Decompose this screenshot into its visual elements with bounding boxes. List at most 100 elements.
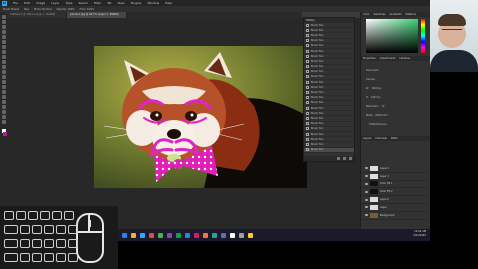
option-label[interactable]: Brush Preset: [3, 8, 19, 11]
menu-item[interactable]: Window: [147, 1, 159, 5]
taskbar-app-icon[interactable]: [185, 232, 190, 238]
color-panel-tab[interactable]: Gradients: [389, 12, 401, 17]
properties-tab[interactable]: Properties: [363, 56, 376, 61]
color-panel-tab[interactable]: Swatches: [374, 12, 386, 17]
taskbar-app-icon[interactable]: [149, 232, 154, 238]
tool-icon[interactable]: [1, 75, 6, 79]
option-label[interactable]: Mode: Normal: [34, 8, 52, 11]
tool-icon[interactable]: [1, 60, 6, 64]
taskbar-app-icon[interactable]: [194, 232, 199, 238]
layer-row[interactable]: Layer 0: [361, 196, 431, 204]
trash-icon[interactable]: [349, 157, 352, 160]
layer-thumbnail: [370, 197, 378, 203]
background-color-swatch[interactable]: [2, 132, 7, 136]
eye-icon[interactable]: [365, 190, 368, 193]
color-panel-tab[interactable]: Color: [363, 12, 370, 17]
layers-tab[interactable]: Channels: [375, 136, 387, 141]
menu-item[interactable]: Help: [165, 1, 172, 5]
tool-icon[interactable]: [1, 120, 6, 124]
camera-icon[interactable]: [343, 157, 346, 160]
menu-item[interactable]: Layer: [51, 1, 59, 5]
tool-icon[interactable]: [1, 80, 6, 84]
tool-icon[interactable]: [1, 35, 6, 39]
history-item-label: Brush Tool: [311, 106, 324, 110]
taskbar-app-icon[interactable]: [221, 232, 226, 238]
eye-icon[interactable]: [365, 175, 368, 178]
eye-icon[interactable]: [365, 198, 368, 201]
hue-slider[interactable]: [421, 19, 425, 53]
taskbar-app-icon[interactable]: [212, 232, 217, 238]
menu-item[interactable]: Plugins: [131, 1, 142, 5]
taskbar-app-icon[interactable]: [131, 232, 136, 238]
taskbar-app-icon[interactable]: [230, 232, 235, 238]
new-snapshot-icon[interactable]: [337, 157, 340, 160]
color-panel-tab[interactable]: Patterns: [406, 12, 416, 17]
taskbar-app-icon[interactable]: [167, 232, 172, 238]
layer-thumbnail: [370, 173, 378, 179]
menu-item[interactable]: View: [117, 1, 124, 5]
layer-row[interactable]: Color Fill 1: [361, 181, 431, 189]
menu-item[interactable]: Edit: [24, 1, 30, 5]
tool-icon[interactable]: [1, 85, 6, 89]
taskbar-clock[interactable]: 10:42 AM 3/21/2022: [413, 230, 426, 238]
menu-item[interactable]: 3D: [107, 1, 111, 5]
tool-icon[interactable]: [1, 95, 6, 99]
tool-icon[interactable]: [1, 65, 6, 69]
properties-tab[interactable]: Adjustments: [380, 56, 396, 61]
tool-icon[interactable]: [1, 105, 6, 109]
history-item[interactable]: Brush Tool: [304, 147, 354, 153]
history-panel[interactable]: History Brush Tool Brush Tool Brush Tool Br…: [303, 17, 355, 162]
tool-icon[interactable]: [1, 25, 6, 29]
layer-row[interactable]: Color Fill 2: [361, 188, 431, 197]
tool-icon[interactable]: [1, 30, 6, 34]
menu-item[interactable]: File: [13, 1, 18, 5]
tool-icon[interactable]: [1, 100, 6, 104]
eye-icon[interactable]: [365, 214, 368, 217]
eye-icon[interactable]: [365, 206, 368, 209]
tool-icon[interactable]: [1, 15, 6, 19]
document-canvas[interactable]: [94, 46, 307, 188]
property-value[interactable]: RGB Color: [376, 114, 388, 117]
taskbar-app-icon[interactable]: [122, 232, 127, 238]
menu-item[interactable]: Image: [36, 1, 45, 5]
option-label[interactable]: Flow: 100%: [80, 8, 94, 11]
layer-row[interactable]: Layer 1: [361, 173, 431, 181]
eye-icon[interactable]: [365, 182, 368, 185]
tool-icon[interactable]: [1, 45, 6, 49]
tool-icon[interactable]: [1, 40, 6, 44]
taskbar-app-icon[interactable]: [140, 232, 145, 238]
tool-icon[interactable]: [1, 50, 6, 54]
taskbar-app-icon[interactable]: [239, 232, 244, 238]
history-item-label: Brush Tool: [311, 137, 324, 141]
option-label[interactable]: Opacity: 100%: [56, 8, 74, 11]
history-item-label: Brush Tool: [311, 49, 324, 53]
eye-icon[interactable]: [365, 167, 368, 170]
property-value[interactable]: 1600 px: [371, 87, 381, 90]
taskbar-app-icon[interactable]: [248, 232, 253, 238]
property-value[interactable]: 8 Bits/Channel: [369, 123, 386, 126]
menu-item[interactable]: Select: [79, 1, 88, 5]
option-label[interactable]: Size: [24, 8, 29, 11]
layer-row[interactable]: Layer: [361, 204, 431, 212]
history-item-label: Brush Tool: [311, 142, 324, 146]
tool-icon[interactable]: [1, 115, 6, 119]
properties-tab[interactable]: Libraries: [399, 56, 410, 61]
taskbar-app-icon[interactable]: [203, 232, 208, 238]
layer-row[interactable]: Background: [361, 212, 431, 220]
taskbar-app-icon[interactable]: [158, 232, 163, 238]
color-field[interactable]: [366, 19, 418, 53]
property-value[interactable]: 72: [382, 105, 385, 108]
layers-tab[interactable]: Layers: [363, 136, 371, 141]
tool-icon[interactable]: [1, 20, 6, 24]
menu-item[interactable]: Type: [66, 1, 73, 5]
tool-icon[interactable]: [1, 55, 6, 59]
menu-item[interactable]: Filter: [94, 1, 101, 5]
property-value[interactable]: 1067 px: [371, 96, 381, 99]
webcam-person-glasses: [442, 29, 462, 33]
tool-icon[interactable]: [1, 90, 6, 94]
tool-icon[interactable]: [1, 110, 6, 114]
layer-row[interactable]: Layer 2: [361, 165, 431, 173]
layers-tab[interactable]: Paths: [391, 136, 398, 141]
tool-icon[interactable]: [1, 70, 6, 74]
taskbar-app-icon[interactable]: [176, 232, 181, 238]
